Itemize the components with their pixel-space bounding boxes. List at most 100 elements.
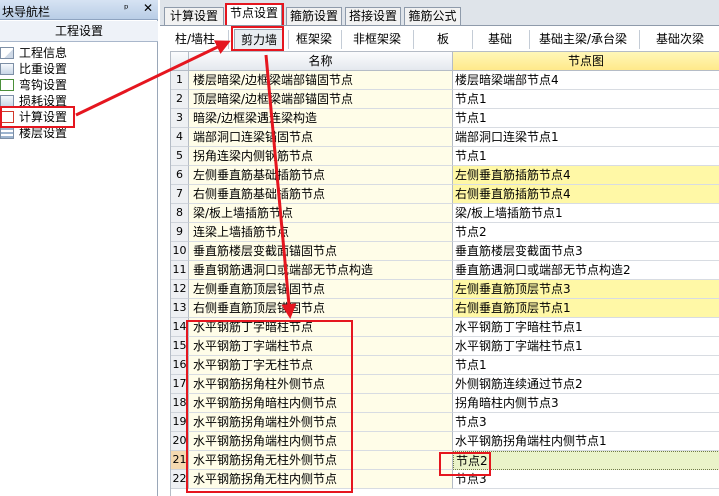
row-node-cell[interactable]: 水平钢筋丁字端柱节点1 (453, 337, 719, 356)
row-index: 5 (171, 147, 189, 166)
row-node-cell[interactable]: 楼层暗梁端部节点4 (453, 71, 719, 90)
row-name-cell: 垂直钢筋遇洞口或端部无节点构造 (189, 261, 453, 280)
close-icon[interactable]: ✕ (143, 1, 153, 15)
row-node-cell[interactable]: 外侧钢筋连续通过节点2 (453, 375, 719, 394)
row-index: 10 (171, 242, 189, 261)
subtab-foundation-main-beam[interactable]: 基础主梁/承台梁 (533, 31, 633, 48)
row-name-cell: 拐角连梁内侧钢筋节点 (189, 147, 453, 166)
annotation-box-horizontal-rebar-rows (186, 320, 353, 493)
tab-calc-settings[interactable]: 计算设置 (164, 7, 224, 25)
row-index: 9 (171, 223, 189, 242)
row-index: 2 (171, 90, 189, 109)
row-node-cell[interactable]: 节点2 (453, 451, 719, 470)
tab-lap-settings[interactable]: 搭接设置 (345, 7, 401, 25)
nav-item-weight[interactable]: 比重设置 (0, 61, 156, 77)
row-node-cell[interactable]: 节点2 (453, 223, 719, 242)
row-index: 13 (171, 299, 189, 318)
row-name-cell: 左侧垂直筋顶层锚固节点 (189, 280, 453, 299)
nav-item-hook[interactable]: 弯钩设置 (0, 77, 156, 93)
row-node-cell[interactable]: 节点1 (453, 90, 719, 109)
annotation-box-selected-node (439, 452, 491, 476)
subtab-slab[interactable]: 板 (418, 31, 468, 48)
row-node-cell[interactable]: 右侧垂直筋顶层节点1 (453, 299, 719, 318)
table-row[interactable]: 2 顶层暗梁/边框梁端部锚固节点 节点1 (171, 90, 719, 109)
divider (472, 30, 473, 49)
nav-item-label: 工程信息 (19, 46, 68, 60)
divider (228, 30, 229, 49)
row-name-cell: 垂直筋楼层变截面锚固节点 (189, 242, 453, 261)
divider (529, 30, 530, 49)
row-name-cell: 右侧垂直筋顶层锚固节点 (189, 299, 453, 318)
table-row[interactable]: 13 右侧垂直筋顶层锚固节点 右侧垂直筋顶层节点1 (171, 299, 719, 318)
table-row[interactable]: 7 右侧垂直筋基础插筋节点 右侧垂直筋插筋节点4 (171, 185, 719, 204)
row-index: 4 (171, 128, 189, 147)
row-index: 7 (171, 185, 189, 204)
header-node[interactable]: 节点图 (453, 52, 719, 71)
table-row[interactable]: 4 端部洞口连梁锚固节点 端部洞口连梁节点1 (171, 128, 719, 147)
table-row[interactable]: 6 左侧垂直筋基础插筋节点 左侧垂直筋插筋节点4 (171, 166, 719, 185)
row-name-cell: 暗梁/边框梁遇连梁构造 (189, 109, 453, 128)
annotation-box-shear-wall (231, 26, 284, 51)
row-name-cell: 端部洞口连梁锚固节点 (189, 128, 453, 147)
pin-icon[interactable]: ᵖ (124, 2, 129, 15)
divider (341, 30, 342, 49)
row-node-cell[interactable]: 垂直筋遇洞口或端部无节点构造2 (453, 261, 719, 280)
hook-icon (0, 79, 14, 91)
nav-section-header[interactable]: 工程设置 (0, 21, 158, 42)
subtab-foundation[interactable]: 基础 (476, 31, 524, 48)
row-name-cell: 连梁上墙插筋节点 (189, 223, 453, 242)
row-index: 1 (171, 71, 189, 90)
row-node-cell[interactable]: 节点1 (453, 356, 719, 375)
table-row[interactable]: 11 垂直钢筋遇洞口或端部无节点构造 垂直筋遇洞口或端部无节点构造2 (171, 261, 719, 280)
navigation-panel: 块导航栏 ᵖ ✕ 工程设置 工程信息 比重设置 弯钩设置 损耗设置 计算设置 楼… (0, 0, 158, 496)
row-index: 8 (171, 204, 189, 223)
tab-stirrup-settings[interactable]: 箍筋设置 (286, 7, 342, 25)
header-name[interactable]: 名称 (189, 52, 453, 71)
table-row[interactable]: 10 垂直筋楼层变截面锚固节点 垂直筋楼层变截面节点3 (171, 242, 719, 261)
row-node-cell[interactable]: 节点1 (453, 147, 719, 166)
row-node-cell[interactable]: 节点3 (453, 470, 719, 489)
divider (288, 30, 289, 49)
subtab-frame-beam[interactable]: 框架梁 (292, 31, 336, 48)
row-name-cell: 顶层暗梁/边框梁端部锚固节点 (189, 90, 453, 109)
nav-title-bar: 块导航栏 ᵖ ✕ (0, 0, 158, 20)
nav-title: 块导航栏 (2, 5, 51, 19)
row-index: 11 (171, 261, 189, 280)
table-row[interactable]: 1 楼层暗梁/边框梁端部锚固节点 楼层暗梁端部节点4 (171, 71, 719, 90)
row-node-cell[interactable]: 垂直筋楼层变截面节点3 (453, 242, 719, 261)
divider (413, 30, 414, 49)
document-icon (0, 47, 14, 59)
table-row[interactable]: 12 左侧垂直筋顶层锚固节点 左侧垂直筋顶层节点3 (171, 280, 719, 299)
tab-stirrup-formula[interactable]: 箍筋公式 (404, 7, 461, 25)
row-name-cell: 右侧垂直筋基础插筋节点 (189, 185, 453, 204)
row-index: 12 (171, 280, 189, 299)
nav-item-label: 弯钩设置 (19, 78, 68, 92)
table-row[interactable]: 8 梁/板上墙插筋节点 梁/板上墙插筋节点1 (171, 204, 719, 223)
subtab-non-frame-beam[interactable]: 非框架梁 (346, 31, 408, 48)
weight-icon (0, 63, 14, 75)
row-node-cell[interactable]: 左侧垂直筋插筋节点4 (453, 166, 719, 185)
header-corner (171, 52, 189, 71)
nav-item-project-info[interactable]: 工程信息 (0, 45, 156, 61)
subtab-column[interactable]: 柱/墙柱 (166, 31, 224, 48)
row-node-cell[interactable]: 节点3 (453, 413, 719, 432)
divider (639, 30, 640, 49)
table-row[interactable]: 3 暗梁/边框梁遇连梁构造 节点1 (171, 109, 719, 128)
row-name-cell: 楼层暗梁/边框梁端部锚固节点 (189, 71, 453, 90)
nav-item-label: 比重设置 (19, 62, 68, 76)
annotation-box-calc-settings (0, 106, 75, 128)
table-row[interactable]: 9 连梁上墙插筋节点 节点2 (171, 223, 719, 242)
row-node-cell[interactable]: 水平钢筋丁字暗柱节点1 (453, 318, 719, 337)
row-node-cell[interactable]: 左侧垂直筋顶层节点3 (453, 280, 719, 299)
row-node-cell[interactable]: 梁/板上墙插筋节点1 (453, 204, 719, 223)
row-node-cell[interactable]: 右侧垂直筋插筋节点4 (453, 185, 719, 204)
row-node-cell[interactable]: 节点1 (453, 109, 719, 128)
row-node-cell[interactable]: 端部洞口连梁节点1 (453, 128, 719, 147)
subtab-foundation-secondary-beam[interactable]: 基础次梁 (644, 31, 716, 48)
row-node-cell[interactable]: 水平钢筋拐角端柱内侧节点1 (453, 432, 719, 451)
floor-icon (0, 127, 14, 139)
row-index: 6 (171, 166, 189, 185)
row-name-cell: 左侧垂直筋基础插筋节点 (189, 166, 453, 185)
table-row[interactable]: 5 拐角连梁内侧钢筋节点 节点1 (171, 147, 719, 166)
row-node-cell[interactable]: 拐角暗柱内侧节点3 (453, 394, 719, 413)
